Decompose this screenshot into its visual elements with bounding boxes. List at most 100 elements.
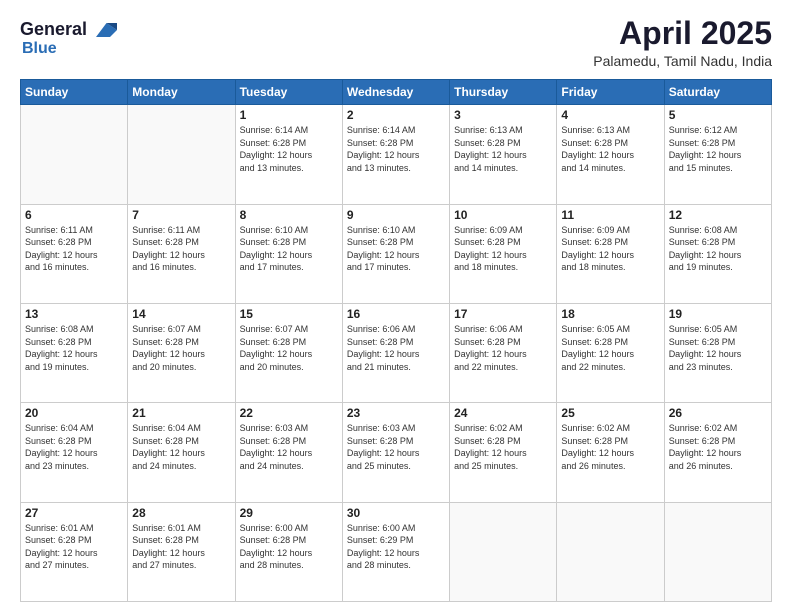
calendar-cell: 12 Sunrise: 6:08 AM Sunset: 6:28 PM Dayli… [664,204,771,303]
calendar-cell: 17 Sunrise: 6:06 AM Sunset: 6:28 PM Dayli… [450,303,557,402]
day-number: 3 [454,108,552,122]
logo: General Blue [20,16,117,58]
calendar-cell: 3 Sunrise: 6:13 AM Sunset: 6:28 PM Daylig… [450,105,557,204]
calendar-cell: 15 Sunrise: 6:07 AM Sunset: 6:28 PM Dayli… [235,303,342,402]
day-number: 21 [132,406,230,420]
day-number: 4 [561,108,659,122]
calendar-cell: 21 Sunrise: 6:04 AM Sunset: 6:28 PM Dayli… [128,403,235,502]
day-number: 16 [347,307,445,321]
calendar-cell: 11 Sunrise: 6:09 AM Sunset: 6:28 PM Dayli… [557,204,664,303]
day-info: Sunrise: 6:12 AM Sunset: 6:28 PM Dayligh… [669,124,767,174]
day-number: 23 [347,406,445,420]
day-info: Sunrise: 6:03 AM Sunset: 6:28 PM Dayligh… [347,422,445,472]
day-info: Sunrise: 6:01 AM Sunset: 6:28 PM Dayligh… [132,522,230,572]
day-number: 20 [25,406,123,420]
location-title: Palamedu, Tamil Nadu, India [593,53,772,69]
day-info: Sunrise: 6:10 AM Sunset: 6:28 PM Dayligh… [240,224,338,274]
calendar-table: SundayMondayTuesdayWednesdayThursdayFrid… [20,79,772,602]
weekday-header: Monday [128,80,235,105]
calendar-cell: 9Sunrise: 6:10 AM Sunset: 6:28 PM Daylig… [342,204,449,303]
day-number: 28 [132,506,230,520]
day-number: 7 [132,208,230,222]
day-info: Sunrise: 6:09 AM Sunset: 6:28 PM Dayligh… [454,224,552,274]
logo-icon [89,16,117,44]
day-number: 22 [240,406,338,420]
week-row: 20 Sunrise: 6:04 AM Sunset: 6:28 PM Dayli… [21,403,772,502]
day-info: Sunrise: 6:11 AM Sunset: 6:28 PM Dayligh… [25,224,123,274]
title-block: April 2025 Palamedu, Tamil Nadu, India [593,16,772,69]
day-number: 5 [669,108,767,122]
weekday-header: Wednesday [342,80,449,105]
calendar-cell: 2Sunrise: 6:14 AM Sunset: 6:28 PM Daylig… [342,105,449,204]
page: General Blue April 2025 Palamedu, Tamil … [0,0,792,612]
calendar-cell [557,502,664,601]
calendar-cell: 27Sunrise: 6:01 AM Sunset: 6:28 PM Dayli… [21,502,128,601]
day-number: 12 [669,208,767,222]
day-info: Sunrise: 6:04 AM Sunset: 6:28 PM Dayligh… [25,422,123,472]
logo-text: General [20,20,87,40]
calendar-cell: 8 Sunrise: 6:10 AM Sunset: 6:28 PM Daylig… [235,204,342,303]
day-info: Sunrise: 6:00 AM Sunset: 6:29 PM Dayligh… [347,522,445,572]
day-number: 19 [669,307,767,321]
day-number: 10 [454,208,552,222]
calendar-cell: 5 Sunrise: 6:12 AM Sunset: 6:28 PM Daylig… [664,105,771,204]
week-row: 27Sunrise: 6:01 AM Sunset: 6:28 PM Dayli… [21,502,772,601]
day-number: 15 [240,307,338,321]
calendar-cell: 23 Sunrise: 6:03 AM Sunset: 6:28 PM Dayli… [342,403,449,502]
month-title: April 2025 [593,16,772,51]
calendar-cell: 7 Sunrise: 6:11 AM Sunset: 6:28 PM Daylig… [128,204,235,303]
week-row: 1 Sunrise: 6:14 AM Sunset: 6:28 PM Daylig… [21,105,772,204]
day-number: 1 [240,108,338,122]
calendar-cell: 26 Sunrise: 6:02 AM Sunset: 6:28 PM Dayli… [664,403,771,502]
calendar-cell [128,105,235,204]
weekday-header: Sunday [21,80,128,105]
day-info: Sunrise: 6:06 AM Sunset: 6:28 PM Dayligh… [454,323,552,373]
calendar-cell: 14 Sunrise: 6:07 AM Sunset: 6:28 PM Dayli… [128,303,235,402]
calendar-cell: 25Sunrise: 6:02 AM Sunset: 6:28 PM Dayli… [557,403,664,502]
weekday-header: Saturday [664,80,771,105]
calendar-cell: 24 Sunrise: 6:02 AM Sunset: 6:28 PM Dayli… [450,403,557,502]
day-info: Sunrise: 6:07 AM Sunset: 6:28 PM Dayligh… [132,323,230,373]
day-info: Sunrise: 6:03 AM Sunset: 6:28 PM Dayligh… [240,422,338,472]
calendar-cell: 1 Sunrise: 6:14 AM Sunset: 6:28 PM Daylig… [235,105,342,204]
day-info: Sunrise: 6:13 AM Sunset: 6:28 PM Dayligh… [561,124,659,174]
weekday-header: Thursday [450,80,557,105]
calendar-cell: 10 Sunrise: 6:09 AM Sunset: 6:28 PM Dayli… [450,204,557,303]
day-number: 8 [240,208,338,222]
calendar-cell [664,502,771,601]
day-number: 14 [132,307,230,321]
calendar-cell [450,502,557,601]
day-info: Sunrise: 6:09 AM Sunset: 6:28 PM Dayligh… [561,224,659,274]
day-info: Sunrise: 6:04 AM Sunset: 6:28 PM Dayligh… [132,422,230,472]
calendar-cell: 4 Sunrise: 6:13 AM Sunset: 6:28 PM Daylig… [557,105,664,204]
calendar-cell: 30 Sunrise: 6:00 AM Sunset: 6:29 PM Dayli… [342,502,449,601]
day-number: 18 [561,307,659,321]
day-info: Sunrise: 6:08 AM Sunset: 6:28 PM Dayligh… [669,224,767,274]
day-info: Sunrise: 6:01 AM Sunset: 6:28 PM Dayligh… [25,522,123,572]
day-number: 9 [347,208,445,222]
calendar-cell: 20 Sunrise: 6:04 AM Sunset: 6:28 PM Dayli… [21,403,128,502]
day-number: 30 [347,506,445,520]
day-info: Sunrise: 6:14 AM Sunset: 6:28 PM Dayligh… [240,124,338,174]
day-info: Sunrise: 6:05 AM Sunset: 6:28 PM Dayligh… [561,323,659,373]
week-row: 6Sunrise: 6:11 AM Sunset: 6:28 PM Daylig… [21,204,772,303]
calendar-cell: 19Sunrise: 6:05 AM Sunset: 6:28 PM Dayli… [664,303,771,402]
day-info: Sunrise: 6:14 AM Sunset: 6:28 PM Dayligh… [347,124,445,174]
day-number: 26 [669,406,767,420]
calendar-header-row: SundayMondayTuesdayWednesdayThursdayFrid… [21,80,772,105]
calendar-cell: 22 Sunrise: 6:03 AM Sunset: 6:28 PM Dayli… [235,403,342,502]
day-info: Sunrise: 6:13 AM Sunset: 6:28 PM Dayligh… [454,124,552,174]
day-info: Sunrise: 6:08 AM Sunset: 6:28 PM Dayligh… [25,323,123,373]
logo-subtext: Blue [22,40,57,58]
weekday-header: Tuesday [235,80,342,105]
day-number: 17 [454,307,552,321]
weekday-header: Friday [557,80,664,105]
week-row: 13Sunrise: 6:08 AM Sunset: 6:28 PM Dayli… [21,303,772,402]
calendar-cell: 16Sunrise: 6:06 AM Sunset: 6:28 PM Dayli… [342,303,449,402]
day-info: Sunrise: 6:11 AM Sunset: 6:28 PM Dayligh… [132,224,230,274]
day-info: Sunrise: 6:02 AM Sunset: 6:28 PM Dayligh… [669,422,767,472]
day-info: Sunrise: 6:07 AM Sunset: 6:28 PM Dayligh… [240,323,338,373]
day-info: Sunrise: 6:02 AM Sunset: 6:28 PM Dayligh… [454,422,552,472]
day-number: 11 [561,208,659,222]
day-number: 24 [454,406,552,420]
